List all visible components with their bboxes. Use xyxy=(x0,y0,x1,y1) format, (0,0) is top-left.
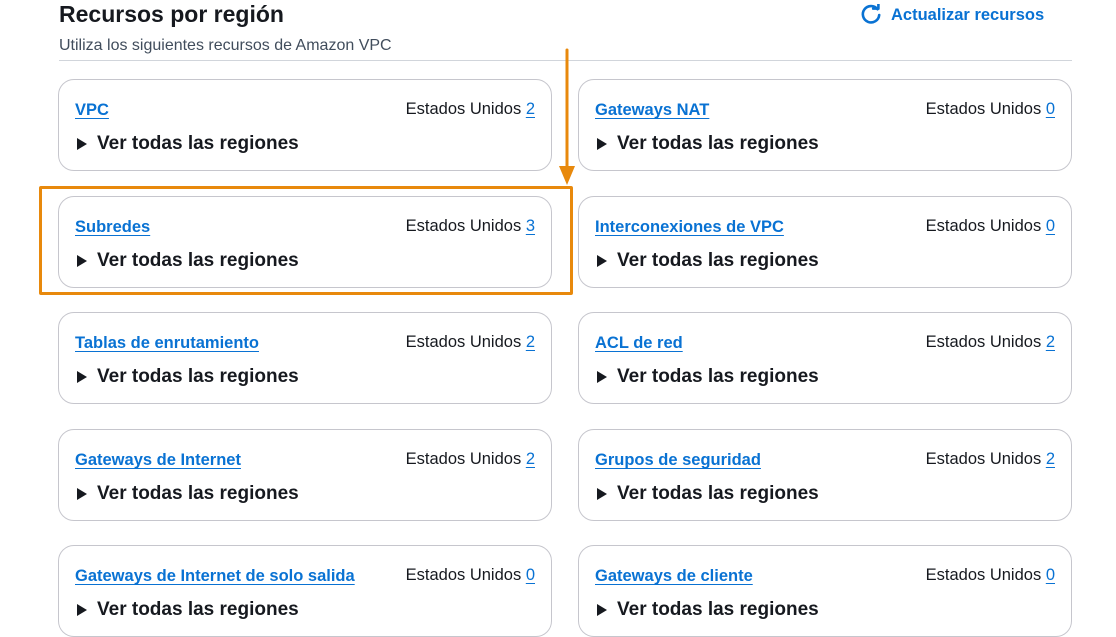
resource-link-subnets[interactable]: Subredes xyxy=(75,218,150,237)
caret-right-icon xyxy=(597,138,607,150)
view-all-regions-toggle[interactable]: Ver todas las regiones xyxy=(595,249,819,273)
resource-count-link[interactable]: 2 xyxy=(1046,333,1055,351)
view-all-regions-toggle[interactable]: Ver todas las regiones xyxy=(595,132,819,156)
resource-card-nat-gateways: Gateways NAT Estados Unidos 0 Ver todas … xyxy=(578,79,1072,171)
resource-region: Estados Unidos 2 xyxy=(406,100,535,119)
resource-card-vpc-peering: Interconexiones de VPC Estados Unidos 0 … xyxy=(578,196,1072,288)
caret-right-icon xyxy=(77,255,87,267)
resource-link-internet-gateways[interactable]: Gateways de Internet xyxy=(75,451,241,470)
resource-region-label: Estados Unidos xyxy=(405,217,522,235)
view-all-regions-label: Ver todas las regiones xyxy=(617,250,819,271)
resource-region: Estados Unidos 0 xyxy=(926,217,1055,236)
resource-region: Estados Unidos 0 xyxy=(406,566,535,585)
resource-region: Estados Unidos 2 xyxy=(926,450,1055,469)
view-all-regions-toggle[interactable]: Ver todas las regiones xyxy=(595,598,819,622)
resource-count-link[interactable]: 3 xyxy=(526,217,535,235)
view-all-regions-label: Ver todas las regiones xyxy=(97,599,299,620)
caret-right-icon xyxy=(77,138,87,150)
resource-card-egress-only-internet-gateways: Gateways de Internet de solo salida Esta… xyxy=(58,545,552,637)
resource-region-label: Estados Unidos xyxy=(925,100,1042,118)
view-all-regions-label: Ver todas las regiones xyxy=(617,366,819,387)
resource-link-customer-gateways[interactable]: Gateways de cliente xyxy=(595,567,753,586)
resource-region-label: Estados Unidos xyxy=(925,566,1042,584)
caret-right-icon xyxy=(77,604,87,616)
resource-link-network-acls[interactable]: ACL de red xyxy=(595,334,683,353)
view-all-regions-label: Ver todas las regiones xyxy=(97,483,299,504)
caret-right-icon xyxy=(77,488,87,500)
resource-region-label: Estados Unidos xyxy=(925,450,1042,468)
resource-card-security-groups: Grupos de seguridad Estados Unidos 2 Ver… xyxy=(578,429,1072,521)
resource-count-link[interactable]: 0 xyxy=(1046,217,1055,235)
view-all-regions-label: Ver todas las regiones xyxy=(97,366,299,387)
resource-card-customer-gateways: Gateways de cliente Estados Unidos 0 Ver… xyxy=(578,545,1072,637)
caret-right-icon xyxy=(597,371,607,383)
resource-region-label: Estados Unidos xyxy=(405,566,522,584)
view-all-regions-label: Ver todas las regiones xyxy=(617,483,819,504)
resource-link-security-groups[interactable]: Grupos de seguridad xyxy=(595,451,761,470)
view-all-regions-label: Ver todas las regiones xyxy=(97,250,299,271)
resource-link-vpc[interactable]: VPC xyxy=(75,101,109,120)
resource-card-vpc: VPC Estados Unidos 2 Ver todas las regio… xyxy=(58,79,552,171)
resource-region-label: Estados Unidos xyxy=(405,100,522,118)
view-all-regions-toggle[interactable]: Ver todas las regiones xyxy=(75,132,299,156)
resource-link-egress-only-internet-gateways[interactable]: Gateways de Internet de solo salida xyxy=(75,567,355,586)
view-all-regions-label: Ver todas las regiones xyxy=(97,133,299,154)
resource-card-internet-gateways: Gateways de Internet Estados Unidos 2 Ve… xyxy=(58,429,552,521)
resource-region: Estados Unidos 0 xyxy=(926,566,1055,585)
view-all-regions-label: Ver todas las regiones xyxy=(617,133,819,154)
resource-region: Estados Unidos 0 xyxy=(926,100,1055,119)
resource-link-nat-gateways[interactable]: Gateways NAT xyxy=(595,101,709,120)
resource-region-label: Estados Unidos xyxy=(925,333,1042,351)
resource-count-link[interactable]: 0 xyxy=(1046,100,1055,118)
resource-region: Estados Unidos 3 xyxy=(406,217,535,236)
caret-right-icon xyxy=(597,604,607,616)
header-divider xyxy=(59,60,1072,61)
resource-card-route-tables: Tablas de enrutamiento Estados Unidos 2 … xyxy=(58,312,552,404)
resource-region: Estados Unidos 2 xyxy=(406,450,535,469)
resource-card-subnets: Subredes Estados Unidos 3 Ver todas las … xyxy=(58,196,552,288)
resource-count-link[interactable]: 2 xyxy=(526,100,535,118)
view-all-regions-toggle[interactable]: Ver todas las regiones xyxy=(595,482,819,506)
caret-right-icon xyxy=(597,488,607,500)
resource-count-link[interactable]: 2 xyxy=(526,450,535,468)
resource-region-label: Estados Unidos xyxy=(925,217,1042,235)
refresh-resources-button[interactable]: Actualizar recursos xyxy=(860,2,1044,28)
view-all-regions-toggle[interactable]: Ver todas las regiones xyxy=(75,482,299,506)
refresh-resources-label: Actualizar recursos xyxy=(891,5,1045,24)
resource-count-link[interactable]: 0 xyxy=(526,566,535,584)
caret-right-icon xyxy=(597,255,607,267)
resource-region-label: Estados Unidos xyxy=(405,333,522,351)
annotation-arrow xyxy=(559,48,575,185)
resource-card-network-acls: ACL de red Estados Unidos 2 Ver todas la… xyxy=(578,312,1072,404)
resource-link-vpc-peering[interactable]: Interconexiones de VPC xyxy=(595,218,784,237)
resource-count-link[interactable]: 0 xyxy=(1046,566,1055,584)
resource-region: Estados Unidos 2 xyxy=(926,333,1055,352)
page-title: Recursos por región xyxy=(59,1,284,27)
caret-right-icon xyxy=(77,371,87,383)
view-all-regions-label: Ver todas las regiones xyxy=(617,599,819,620)
resource-region: Estados Unidos 2 xyxy=(406,333,535,352)
resource-count-link[interactable]: 2 xyxy=(526,333,535,351)
view-all-regions-toggle[interactable]: Ver todas las regiones xyxy=(75,249,299,273)
resource-count-link[interactable]: 2 xyxy=(1046,450,1055,468)
view-all-regions-toggle[interactable]: Ver todas las regiones xyxy=(75,365,299,389)
view-all-regions-toggle[interactable]: Ver todas las regiones xyxy=(595,365,819,389)
view-all-regions-toggle[interactable]: Ver todas las regiones xyxy=(75,598,299,622)
resource-link-route-tables[interactable]: Tablas de enrutamiento xyxy=(75,334,259,353)
resource-region-label: Estados Unidos xyxy=(405,450,522,468)
refresh-icon xyxy=(860,4,882,26)
page-subtitle: Utiliza los siguientes recursos de Amazo… xyxy=(59,37,392,54)
